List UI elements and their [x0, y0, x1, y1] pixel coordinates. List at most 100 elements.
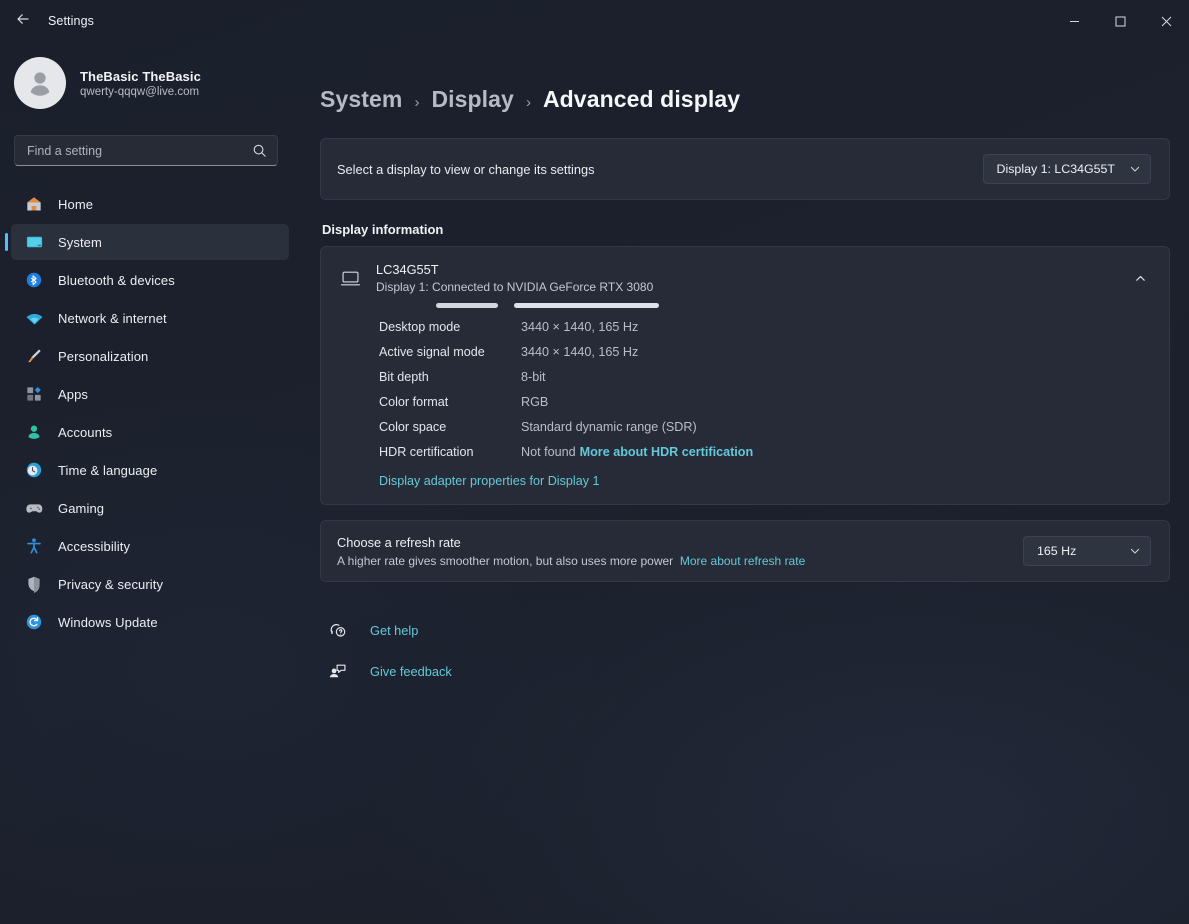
bluetooth-icon — [24, 270, 44, 290]
feedback-person-icon — [326, 662, 348, 681]
display-selector-value: Display 1: LC34G55T — [997, 162, 1115, 176]
footer-links: Get help Give feedback — [320, 615, 1170, 687]
back-arrow-icon — [15, 11, 31, 32]
sidebar-item-accessibility[interactable]: Accessibility — [11, 528, 289, 564]
shield-icon — [24, 574, 44, 594]
display-adapter-properties-link[interactable]: Display adapter properties for Display 1 — [379, 474, 600, 488]
monitor-subtitle: Display 1: Connected to NVIDIA GeForce R… — [376, 280, 1116, 294]
sidebar-item-apps[interactable]: Apps — [11, 376, 289, 412]
breadcrumb-item-display[interactable]: Display — [431, 86, 514, 113]
sidebar-item-privacy-security[interactable]: Privacy & security — [11, 566, 289, 602]
sidebar: TheBasic TheBasic qwerty-qqqw@live.com — [0, 42, 300, 924]
sidebar-item-label: Accounts — [58, 425, 112, 440]
sidebar-item-windows-update[interactable]: Windows Update — [11, 604, 289, 640]
avatar — [14, 57, 66, 109]
maximize-button[interactable] — [1097, 0, 1143, 42]
breadcrumb: System › Display › Advanced display — [320, 42, 1169, 113]
sidebar-item-label: Time & language — [58, 463, 157, 478]
table-row: Desktop mode 3440 × 1440, 165 Hz — [321, 315, 1169, 340]
table-row: Color format RGB — [321, 390, 1169, 415]
display-information-header[interactable]: LC34G55T Display 1: Connected to NVIDIA … — [321, 247, 1169, 309]
help-headset-icon — [326, 621, 348, 640]
search-input[interactable] — [27, 144, 252, 158]
system-monitor-icon — [24, 232, 44, 252]
refresh-rate-dropdown[interactable]: 165 Hz — [1023, 536, 1151, 566]
account-card[interactable]: TheBasic TheBasic qwerty-qqqw@live.com — [0, 45, 289, 121]
window-controls — [1051, 0, 1189, 42]
text-selection-highlight — [436, 303, 659, 308]
chevron-down-icon — [1129, 163, 1141, 175]
home-icon — [24, 194, 44, 214]
minimize-button[interactable] — [1051, 0, 1097, 42]
search-box[interactable] — [14, 135, 278, 166]
table-row: Bit depth 8-bit — [321, 365, 1169, 390]
wifi-icon — [24, 308, 44, 328]
table-row: Active signal mode 3440 × 1440, 165 Hz — [321, 340, 1169, 365]
monitor-name: LC34G55T — [376, 262, 1116, 277]
selection-bar — [436, 303, 498, 308]
row-key: HDR certification — [379, 443, 521, 462]
get-help-link[interactable]: Get help — [320, 615, 660, 646]
selection-bar — [514, 303, 659, 308]
refresh-rate-subtitle: A higher rate gives smoother motion, but… — [337, 554, 805, 568]
row-value: 3440 × 1440, 165 Hz — [521, 343, 638, 362]
account-name: TheBasic TheBasic — [80, 69, 201, 84]
breadcrumb-separator: › — [414, 94, 419, 111]
sidebar-item-label: Network & internet — [58, 311, 167, 326]
display-information-heading: Display information — [322, 222, 1170, 237]
sidebar-item-bluetooth-devices[interactable]: Bluetooth & devices — [11, 262, 289, 298]
gamepad-icon — [24, 498, 44, 518]
row-key: Active signal mode — [379, 343, 521, 362]
paintbrush-icon — [24, 346, 44, 366]
breadcrumb-item-system[interactable]: System — [320, 86, 402, 113]
sidebar-item-label: Apps — [58, 387, 88, 402]
sidebar-item-label: Gaming — [58, 501, 104, 516]
chevron-up-icon[interactable] — [1130, 268, 1151, 289]
give-feedback-link[interactable]: Give feedback — [320, 656, 660, 687]
sidebar-item-network-internet[interactable]: Network & internet — [11, 300, 289, 336]
sidebar-item-home[interactable]: Home — [11, 186, 289, 222]
get-help-label: Get help — [370, 623, 418, 638]
sidebar-item-label: Windows Update — [58, 615, 158, 630]
give-feedback-label: Give feedback — [370, 664, 452, 679]
refresh-rate-subtitle-text: A higher rate gives smoother motion, but… — [337, 554, 673, 568]
hdr-certification-link[interactable]: More about HDR certification — [580, 445, 754, 459]
sidebar-item-gaming[interactable]: Gaming — [11, 490, 289, 526]
close-button[interactable] — [1143, 0, 1189, 42]
row-value: 3440 × 1440, 165 Hz — [521, 318, 638, 337]
row-value: RGB — [521, 393, 548, 412]
update-refresh-icon — [24, 612, 44, 632]
main-content: System › Display › Advanced display Sele… — [300, 42, 1189, 924]
apps-icon — [24, 384, 44, 404]
row-value: 8-bit — [521, 368, 546, 387]
sidebar-item-system[interactable]: System — [11, 224, 289, 260]
search-icon[interactable] — [252, 143, 267, 158]
sidebar-item-label: Bluetooth & devices — [58, 273, 175, 288]
row-key: Desktop mode — [379, 318, 521, 337]
account-email: qwerty-qqqw@live.com — [80, 86, 201, 98]
refresh-rate-value: 165 Hz — [1037, 544, 1076, 558]
display-selector-card: Select a display to view or change its s… — [320, 138, 1170, 200]
sidebar-item-label: Accessibility — [58, 539, 130, 554]
sidebar-item-accounts[interactable]: Accounts — [11, 414, 289, 450]
accounts-person-icon — [24, 422, 44, 442]
page-title: Advanced display — [543, 86, 740, 113]
sidebar-item-label: Home — [58, 197, 93, 212]
refresh-rate-card: Choose a refresh rate A higher rate give… — [320, 520, 1170, 582]
content-column: Select a display to view or change its s… — [320, 138, 1170, 687]
display-information-body: Desktop mode 3440 × 1440, 165 Hz Active … — [321, 309, 1169, 504]
breadcrumb-separator: › — [526, 94, 531, 111]
back-button[interactable] — [6, 6, 40, 36]
row-key: Color format — [379, 393, 521, 412]
more-about-refresh-rate-link[interactable]: More about refresh rate — [680, 554, 805, 568]
clock-globe-icon — [24, 460, 44, 480]
display-selector-dropdown[interactable]: Display 1: LC34G55T — [983, 154, 1151, 184]
sidebar-item-label: Privacy & security — [58, 577, 163, 592]
chevron-down-icon — [1129, 545, 1141, 557]
refresh-rate-title: Choose a refresh rate — [337, 535, 805, 550]
sidebar-item-time-language[interactable]: Time & language — [11, 452, 289, 488]
sidebar-item-label: Personalization — [58, 349, 148, 364]
display-selector-label: Select a display to view or change its s… — [337, 162, 595, 177]
monitor-icon — [338, 268, 362, 289]
sidebar-item-personalization[interactable]: Personalization — [11, 338, 289, 374]
